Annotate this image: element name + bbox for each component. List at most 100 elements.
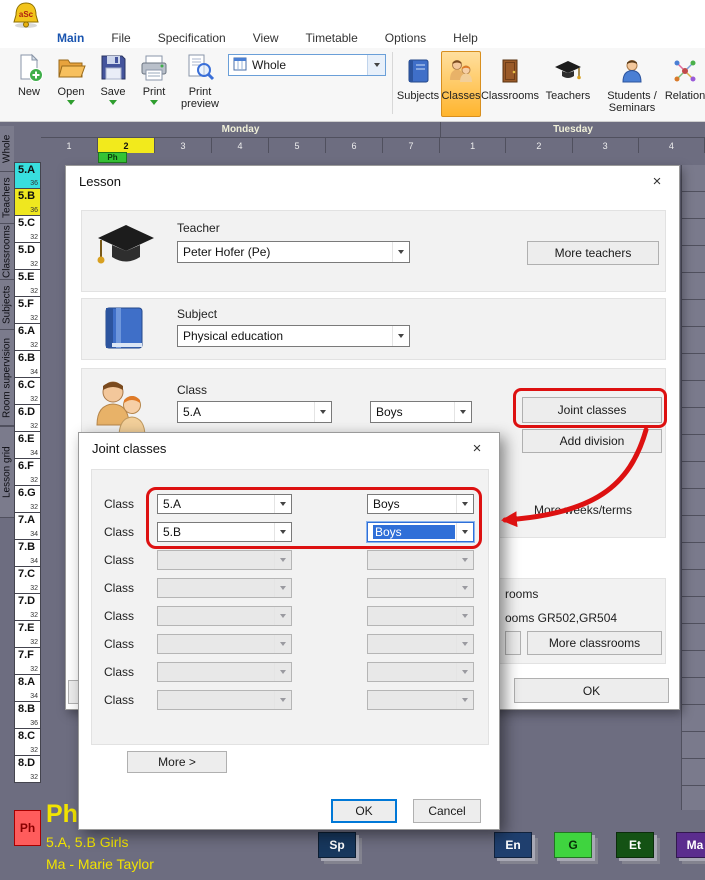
chevron-down-icon[interactable]	[274, 607, 291, 625]
chevron-down-icon[interactable]	[274, 495, 291, 513]
print-button[interactable]: Print	[134, 50, 174, 118]
open-button[interactable]: Open	[52, 50, 90, 118]
chevron-down-icon[interactable]	[274, 691, 291, 709]
vertical-view-tab[interactable]: Lesson grid	[0, 426, 14, 518]
period-cell[interactable]: 3	[573, 138, 639, 153]
classes-button[interactable]: Classes	[441, 51, 481, 117]
vertical-view-tab[interactable]: Whole	[0, 126, 14, 172]
period-cell[interactable]: 4	[212, 138, 269, 153]
print-dropdown-icon[interactable]	[150, 100, 158, 105]
class-select[interactable]: 5.A	[177, 401, 332, 423]
joint-division-select[interactable]	[367, 690, 474, 710]
more-teachers-button[interactable]: More teachers	[527, 241, 659, 265]
joint-ok-button[interactable]: OK	[331, 799, 397, 823]
period-cell[interactable]: 1	[41, 138, 98, 153]
chevron-down-icon[interactable]	[456, 523, 473, 541]
joint-division-select[interactable]	[367, 578, 474, 598]
joint-class-select[interactable]	[157, 550, 292, 570]
chevron-down-icon[interactable]	[456, 663, 473, 681]
chevron-down-icon[interactable]	[454, 402, 471, 422]
period-cell[interactable]: 6	[326, 138, 383, 153]
add-division-button[interactable]: Add division	[522, 429, 662, 453]
more-weeks-terms-button[interactable]: More weeks/terms	[534, 503, 632, 517]
class-row[interactable]: 5.C 32	[14, 216, 41, 243]
chevron-down-icon[interactable]	[456, 551, 473, 569]
class-row[interactable]: 6.C 32	[14, 378, 41, 405]
joint-class-select[interactable]	[157, 690, 292, 710]
class-row[interactable]: 7.C 32	[14, 567, 41, 594]
menu-options[interactable]: Options	[385, 31, 426, 45]
chevron-down-icon[interactable]	[314, 402, 331, 422]
subject-select[interactable]: Physical education	[177, 325, 410, 347]
class-row[interactable]: 5.E 32	[14, 270, 41, 297]
class-row[interactable]: 7.A 34	[14, 513, 41, 540]
vertical-view-tab[interactable]: Classrooms	[0, 224, 14, 280]
menu-specification[interactable]: Specification	[158, 31, 226, 45]
view-select[interactable]: Whole	[228, 54, 386, 76]
joint-division-select[interactable]	[367, 550, 474, 570]
joint-division-select[interactable]: Boys	[367, 522, 474, 542]
class-row[interactable]: 6.D 32	[14, 405, 41, 432]
menu-view[interactable]: View	[253, 31, 279, 45]
joint-class-select[interactable]	[157, 606, 292, 626]
joint-class-select[interactable]	[157, 634, 292, 654]
hidden-button-fragment[interactable]	[505, 631, 521, 655]
vertical-view-tab[interactable]: Room supervision	[0, 330, 14, 426]
class-row[interactable]: 7.D 32	[14, 594, 41, 621]
class-row[interactable]: 7.B 34	[14, 540, 41, 567]
period-cell[interactable]: 5	[269, 138, 326, 153]
menu-help[interactable]: Help	[453, 31, 478, 45]
print-preview-button[interactable]: Print preview	[176, 50, 224, 118]
lesson-tile[interactable]: Ma	[676, 832, 705, 858]
mini-lesson-card[interactable]: Ph	[98, 152, 127, 163]
joint-division-select[interactable]	[367, 634, 474, 654]
joint-class-select[interactable]	[157, 662, 292, 682]
chevron-down-icon[interactable]	[456, 579, 473, 597]
period-cell[interactable]: 4	[639, 138, 705, 153]
lesson-dialog-titlebar[interactable]: Lesson	[66, 166, 679, 196]
chevron-down-icon[interactable]	[456, 691, 473, 709]
chevron-down-icon[interactable]	[274, 523, 291, 541]
class-row[interactable]: 5.A 36	[14, 162, 41, 189]
more-classrooms-button[interactable]: More classrooms	[527, 631, 662, 655]
chevron-down-icon[interactable]	[274, 663, 291, 681]
menu-main[interactable]: Main	[57, 31, 84, 45]
class-row[interactable]: 5.F 32	[14, 297, 41, 324]
period-cell[interactable]: 7	[383, 138, 440, 153]
class-row[interactable]: 8.A 34	[14, 675, 41, 702]
division-select[interactable]: Boys	[370, 401, 472, 423]
vertical-view-tab[interactable]: Subjects	[0, 280, 14, 330]
teachers-button[interactable]: Teachers	[539, 51, 597, 117]
period-cell[interactable]: 1	[440, 138, 506, 153]
save-dropdown-icon[interactable]	[109, 100, 117, 105]
lesson-tile[interactable]: Sp	[318, 832, 356, 858]
class-row[interactable]: 7.F 32	[14, 648, 41, 675]
menu-file[interactable]: File	[111, 31, 130, 45]
class-row[interactable]: 6.A 32	[14, 324, 41, 351]
relations-button[interactable]: Relation	[665, 51, 705, 117]
joint-class-select[interactable]: 5.B	[157, 522, 292, 542]
open-dropdown-icon[interactable]	[67, 100, 75, 105]
period-cell[interactable]: 2	[506, 138, 572, 153]
joint-division-select[interactable]: Boys	[367, 494, 474, 514]
chevron-down-icon[interactable]	[274, 551, 291, 569]
chevron-down-icon[interactable]	[274, 579, 291, 597]
lesson-tile[interactable]: Et	[616, 832, 654, 858]
class-row[interactable]: 6.F 32	[14, 459, 41, 486]
more-button[interactable]: More >	[127, 751, 227, 773]
subjects-button[interactable]: Subjects	[396, 51, 440, 117]
joint-division-select[interactable]	[367, 606, 474, 626]
lesson-tile[interactable]: En	[494, 832, 532, 858]
chevron-down-icon[interactable]	[456, 495, 473, 513]
students-seminars-button[interactable]: Students / Seminars	[601, 51, 663, 117]
class-row[interactable]: 8.B 36	[14, 702, 41, 729]
chevron-down-icon[interactable]	[367, 55, 385, 75]
chevron-down-icon[interactable]	[274, 635, 291, 653]
close-icon[interactable]: ×	[457, 435, 497, 461]
class-row[interactable]: 8.D 32	[14, 756, 41, 783]
joint-cancel-button[interactable]: Cancel	[413, 799, 481, 823]
joint-class-select[interactable]	[157, 578, 292, 598]
joint-dialog-titlebar[interactable]: Joint classes	[79, 433, 499, 463]
vertical-view-tab[interactable]: Teachers	[0, 172, 14, 224]
joint-classes-button[interactable]: Joint classes	[522, 397, 662, 423]
